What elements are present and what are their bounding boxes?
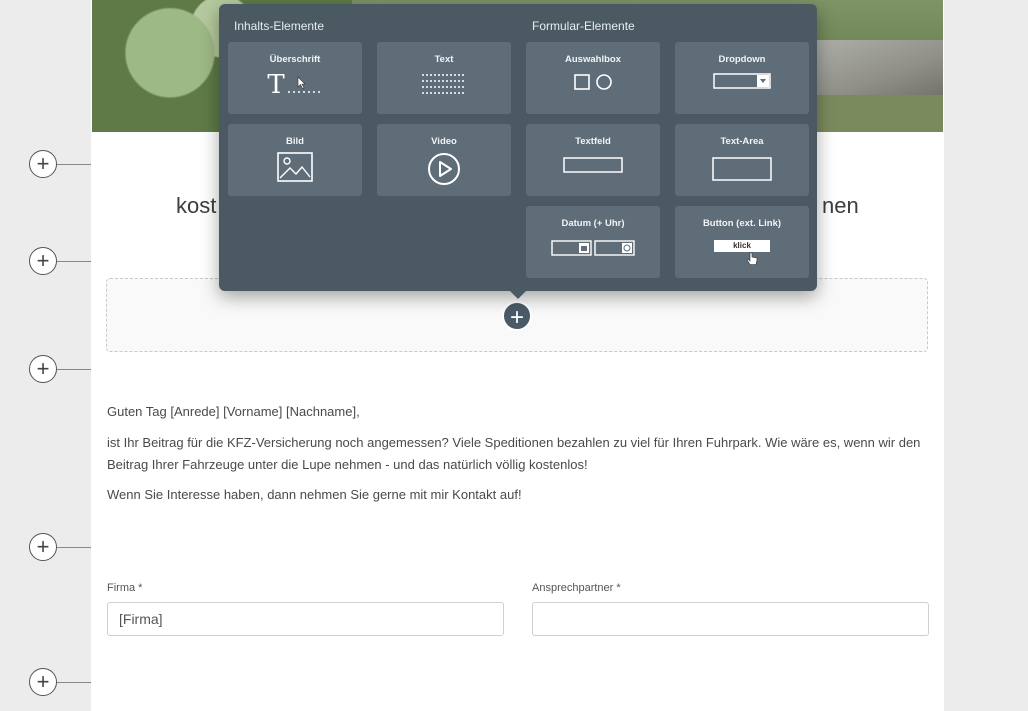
tile-heading[interactable]: Überschrift T [228, 42, 362, 114]
tile-textarea[interactable]: Text-Area [675, 124, 809, 196]
tile-label: Datum (+ Uhr) [561, 218, 625, 229]
add-row-control[interactable]: + [29, 533, 91, 563]
element-picker-popup: Inhalts-Elemente Formular-Elemente Übers… [219, 4, 817, 291]
firma-field[interactable]: [Firma] [107, 602, 504, 636]
headline-fragment-left: kost [176, 193, 217, 218]
add-row-line [57, 682, 91, 683]
add-row-icon[interactable]: + [29, 150, 57, 178]
add-row-control[interactable]: + [29, 150, 91, 180]
image-icon [228, 152, 362, 182]
tile-label: Video [431, 136, 457, 147]
add-row-line [57, 164, 91, 165]
tile-label: Textfeld [575, 136, 611, 147]
add-row-icon[interactable]: + [29, 247, 57, 275]
checkbox-radio-icon [526, 72, 660, 92]
tile-checkbox[interactable]: Auswahlbox [526, 42, 660, 114]
add-row-icon[interactable]: + [29, 355, 57, 383]
tile-date-time[interactable]: Datum (+ Uhr) [526, 206, 660, 278]
tile-label: Text-Area [720, 136, 764, 147]
cursor-dots [287, 76, 320, 93]
tile-label: Bild [286, 136, 304, 147]
popup-pointer [507, 288, 529, 299]
textarea-icon [675, 157, 809, 181]
video-play-icon [377, 152, 511, 186]
tile-button-link[interactable]: Button (ext. Link) klick [675, 206, 809, 278]
ansprechpartner-field[interactable] [532, 602, 929, 636]
add-row-icon[interactable]: + [29, 668, 57, 696]
hand-pointer-icon [747, 252, 758, 265]
tile-label: Button (ext. Link) [702, 218, 782, 229]
add-element-button[interactable]: + [502, 301, 532, 331]
text-icon [377, 72, 511, 98]
tile-label: Dropdown [718, 54, 766, 65]
heading-glyph: T [267, 70, 285, 100]
date-time-icon [526, 240, 660, 256]
tile-video[interactable]: Video [377, 124, 511, 196]
add-row-line [57, 369, 91, 370]
headline-fragment-right: nen [822, 193, 859, 218]
firma-label: Firma * [107, 582, 143, 594]
tile-text[interactable]: Text [377, 42, 511, 114]
ansprechpartner-label: Ansprechpartner * [532, 582, 621, 594]
form-elements-title: Formular-Elemente [532, 19, 635, 33]
add-row-line [57, 547, 91, 548]
textfield-icon [526, 157, 660, 173]
add-row-line [57, 261, 91, 262]
tile-textfield[interactable]: Textfeld [526, 124, 660, 196]
greeting-text[interactable]: Guten Tag [Anrede] [Vorname] [Nachname], [107, 401, 929, 423]
tile-label: Überschrift [269, 54, 321, 65]
add-row-control[interactable]: + [29, 668, 91, 698]
tile-dropdown[interactable]: Dropdown [675, 42, 809, 114]
body-paragraph-contact[interactable]: Wenn Sie Interesse haben, dann nehmen Si… [107, 484, 929, 506]
tile-label: Auswahlbox [565, 54, 621, 65]
button-preview: klick [714, 240, 770, 252]
add-row-control[interactable]: + [29, 247, 91, 277]
add-row-control[interactable]: + [29, 355, 91, 385]
tile-image[interactable]: Bild [228, 124, 362, 196]
content-elements-title: Inhalts-Elemente [234, 19, 325, 33]
body-paragraph[interactable]: ist Ihr Beitrag für die KFZ-Versicherung… [107, 432, 929, 476]
button-link-icon: klick [675, 240, 809, 266]
tile-label: Text [434, 54, 454, 65]
dropdown-icon [675, 72, 809, 90]
add-row-icon[interactable]: + [29, 533, 57, 561]
heading-icon: T [228, 72, 362, 98]
